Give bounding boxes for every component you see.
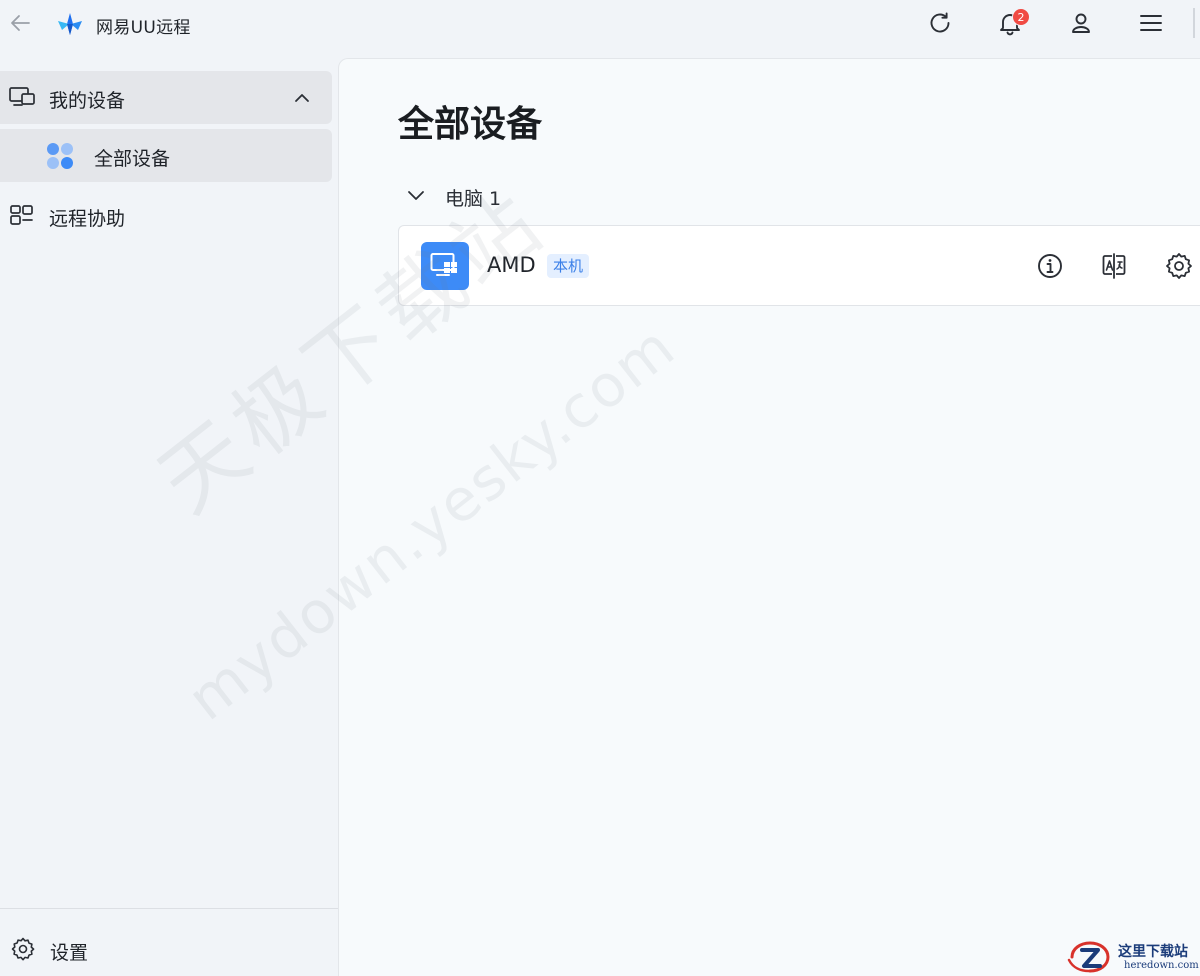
sidebar-group-my-devices[interactable]: 我的设备 (0, 71, 332, 124)
notification-badge: 2 (1012, 8, 1030, 26)
window-edge-divider (1193, 8, 1195, 38)
app-title: 网易UU远程 (96, 18, 191, 38)
info-icon[interactable] (1035, 251, 1065, 281)
chevron-up-icon[interactable] (292, 88, 312, 108)
title-bar: 网易UU远程 2 (0, 0, 1200, 58)
corner-watermark-url: heredown.com (1124, 960, 1199, 971)
corner-watermark-title: 这里下载站 (1118, 944, 1188, 960)
user-icon[interactable] (1067, 9, 1095, 37)
computer-icon (421, 242, 469, 290)
corner-watermark: 这里下载站 heredown.com (1066, 938, 1200, 976)
chevron-down-icon[interactable] (405, 185, 427, 207)
back-arrow-icon[interactable] (8, 10, 34, 36)
sidebar-item-label: 远程协助 (49, 208, 126, 230)
menu-icon[interactable] (1137, 9, 1165, 37)
refresh-icon[interactable] (926, 9, 954, 37)
device-settings-gear-icon[interactable] (1164, 251, 1194, 281)
gear-icon (10, 936, 36, 962)
grid-dots-icon (46, 142, 74, 170)
page-title: 全部设备 (398, 104, 543, 145)
sidebar-divider (0, 908, 338, 909)
sidebar: 我的设备 全部设备 远程协助 设置 (0, 58, 338, 976)
corner-watermark-logo-icon (1066, 940, 1114, 974)
sidebar-group-label: 我的设备 (49, 90, 126, 112)
sidebar-item-settings[interactable]: 设置 (0, 922, 338, 976)
device-card[interactable]: AMD 本机 (398, 225, 1200, 306)
device-name: AMD (487, 253, 536, 277)
translate-icon[interactable] (1099, 251, 1129, 281)
sidebar-item-label: 设置 (50, 942, 89, 964)
main-panel: 全部设备 电脑 1 AMD 本机 (338, 58, 1200, 976)
sidebar-item-all-devices[interactable]: 全部设备 (0, 129, 332, 182)
remote-assist-icon (8, 203, 36, 227)
section-label: 电脑 1 (445, 188, 502, 210)
app-logo-icon (56, 10, 84, 38)
sidebar-item-label: 全部设备 (94, 148, 171, 170)
local-device-tag: 本机 (547, 254, 590, 278)
devices-icon (8, 85, 36, 109)
sidebar-item-remote-assist[interactable]: 远程协助 (0, 189, 332, 242)
